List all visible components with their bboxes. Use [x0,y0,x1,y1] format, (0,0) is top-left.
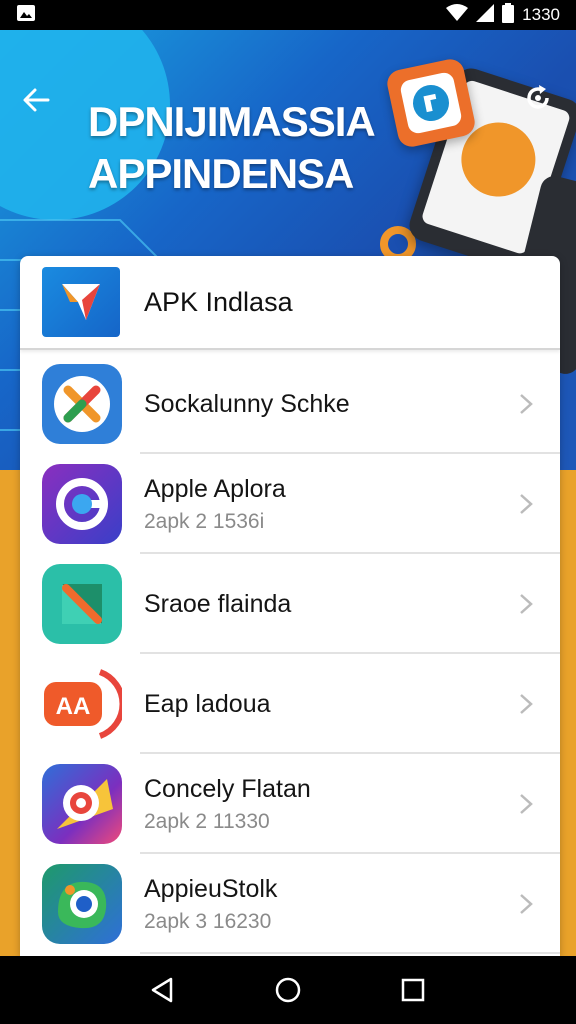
list-item[interactable]: AA Eap ladoua [20,654,560,754]
chrome-like-icon [42,764,122,844]
app-list-card: APK Indlasa Sockalunny Schke Apple Aplor… [20,256,560,956]
status-time: 1330 [522,5,560,24]
arrow-left-icon [23,88,50,112]
chevron-right-icon [506,484,546,524]
list-item[interactable]: Apple Aplora 2apk 2 1536i [20,454,560,554]
chevron-right-icon [506,584,546,624]
battery-icon [502,2,515,28]
camera-blob-icon [42,864,122,944]
square-recents-icon [402,978,425,1002]
apk-logo-icon [42,267,120,337]
list-header-title: APK Indlasa [144,286,293,317]
app-name: Apple Aplora [144,474,286,503]
app-name: Concely Flatan [144,774,311,803]
nav-home-button[interactable] [266,968,310,1012]
signal-icon [476,3,495,27]
list-item[interactable]: Sockalunny Schke [20,354,560,454]
app-subtitle: 2apk 2 11330 [144,809,270,833]
chevron-right-icon [506,884,546,924]
gallery-notification-icon [16,4,36,27]
green-fold-icon [42,564,122,644]
hero-title: DPNIJIMASSIA APPINDENSA [88,96,408,200]
g-swirl-icon [42,464,122,544]
refresh-button[interactable] [518,78,558,118]
aa-logo-icon: AA [42,664,122,744]
hero-title-line-1: DPNIJIMASSIA [88,98,376,145]
list-item[interactable]: Sraoe flainda [20,554,560,654]
chevron-right-icon [506,784,546,824]
refresh-icon [527,85,549,109]
status-bar: 1330 [0,0,576,30]
circle-home-icon [275,977,301,1003]
back-button[interactable] [18,82,54,118]
chevron-right-icon [506,384,546,424]
nav-recents-button[interactable] [391,968,435,1012]
wifi-icon [446,3,469,27]
list-item[interactable]: Concely Flatan 2apk 2 11330 [20,754,560,854]
app-name: Eap ladoua [144,689,271,718]
chevron-right-icon [506,684,546,724]
app-name: Sraoe flainda [144,589,292,618]
app-name: Sockalunny Schke [144,389,350,418]
system-navigation-bar [0,956,576,1024]
app-subtitle: 2apk 3 16230 [144,909,272,933]
hero-title-line-2: APPINDENSA [88,150,354,197]
list-header: APK Indlasa [20,256,560,350]
x-logo-icon [42,364,122,444]
svg-text:AA: AA [56,693,91,720]
triangle-back-icon [151,977,172,1003]
app-name: AppieuStolk [144,874,278,903]
list-item[interactable]: AppieuStolk 2apk 3 16230 [20,854,560,954]
app-subtitle: 2apk 2 1536i [144,509,265,533]
nav-back-button[interactable] [141,968,185,1012]
